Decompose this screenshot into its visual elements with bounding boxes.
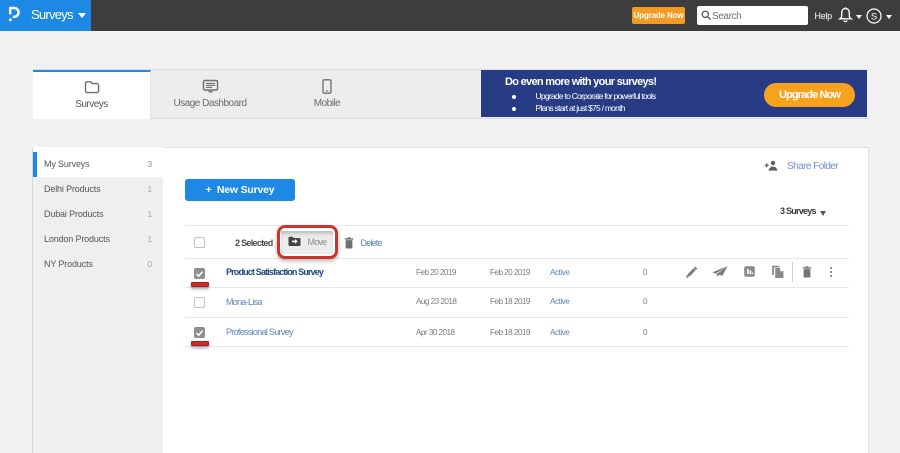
svg-text:S: S	[871, 12, 877, 23]
